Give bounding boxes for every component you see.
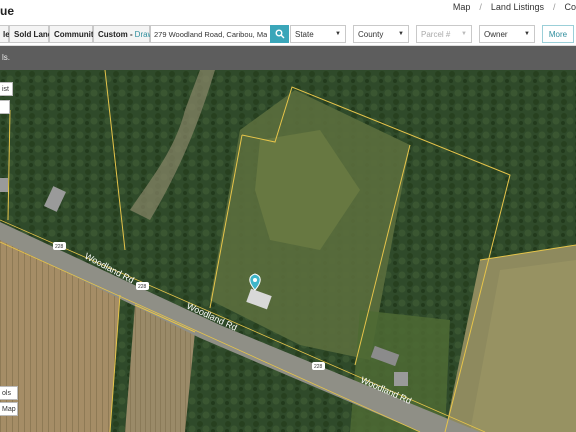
county-select-label: County (358, 29, 384, 39)
route-shield-icon: 228 (53, 242, 66, 250)
chevron-down-icon: ▼ (524, 31, 530, 37)
parcel-select-label: Parcel # (421, 29, 451, 39)
map-type-label: Map (2, 405, 16, 413)
nav-link-map[interactable]: Map (453, 2, 471, 12)
notice-banner: ls. (0, 46, 576, 70)
top-nav: Map / Land Listings / Co (453, 2, 576, 12)
map-control-button[interactable] (0, 100, 10, 114)
address-search-input[interactable] (150, 25, 271, 43)
sold-land-button[interactable]: Sold Land (9, 25, 53, 43)
top-header: ue Map / Land Listings / Co (0, 0, 576, 22)
community-button[interactable]: Community (49, 25, 98, 43)
state-select-label: State (295, 29, 314, 39)
nav-separator: / (479, 2, 482, 12)
map-type-button[interactable]: Map (0, 402, 18, 416)
route-shield-number: 228 (138, 284, 147, 290)
route-shield-number: 228 (314, 364, 323, 370)
route-shield-icon: 228 (136, 282, 149, 290)
building (394, 372, 408, 386)
owner-select[interactable]: Owner ▼ (479, 25, 535, 43)
county-select[interactable]: County ▼ (353, 25, 409, 43)
filter-bar: le Sold Land Community Custom - Draw Sta… (0, 22, 576, 46)
custom-label: Custom - (98, 29, 133, 39)
parcel-select[interactable]: Parcel # ▼ (416, 25, 472, 43)
more-button[interactable]: More (542, 25, 574, 43)
chevron-down-icon: ▼ (335, 31, 341, 37)
list-toggle-label: ist (2, 85, 9, 93)
search-icon (275, 29, 284, 39)
chevron-down-icon: ▼ (398, 31, 404, 37)
state-select[interactable]: State ▼ (290, 25, 346, 43)
tools-label: ols (2, 389, 11, 397)
search-button[interactable] (270, 25, 289, 43)
owner-select-label: Owner (484, 29, 508, 39)
sold-land-label: Sold Land (14, 29, 53, 39)
satellite-map[interactable]: Woodland Rd Woodland Rd Woodland Rd 228 … (0, 70, 576, 432)
community-label: Community (54, 29, 98, 39)
more-label: More (548, 29, 568, 39)
tools-button[interactable]: ols (0, 386, 18, 400)
custom-draw-button[interactable]: Custom - Draw (93, 25, 153, 43)
route-shield-number: 228 (55, 244, 64, 250)
filter-tab-partial[interactable]: le (0, 25, 10, 43)
route-shield-icon: 228 (312, 362, 325, 370)
satellite-imagery: Woodland Rd Woodland Rd Woodland Rd 228 … (0, 70, 576, 432)
list-toggle-button[interactable]: ist (0, 82, 13, 96)
brand-logo[interactable]: ue (0, 4, 14, 18)
nav-separator: / (552, 2, 556, 12)
notice-text: ls. (2, 53, 10, 62)
building (0, 178, 8, 192)
nav-link-partial[interactable]: Co (564, 2, 576, 12)
chevron-down-icon: ▼ (461, 31, 467, 37)
nav-link-land-listings[interactable]: Land Listings (491, 2, 544, 12)
